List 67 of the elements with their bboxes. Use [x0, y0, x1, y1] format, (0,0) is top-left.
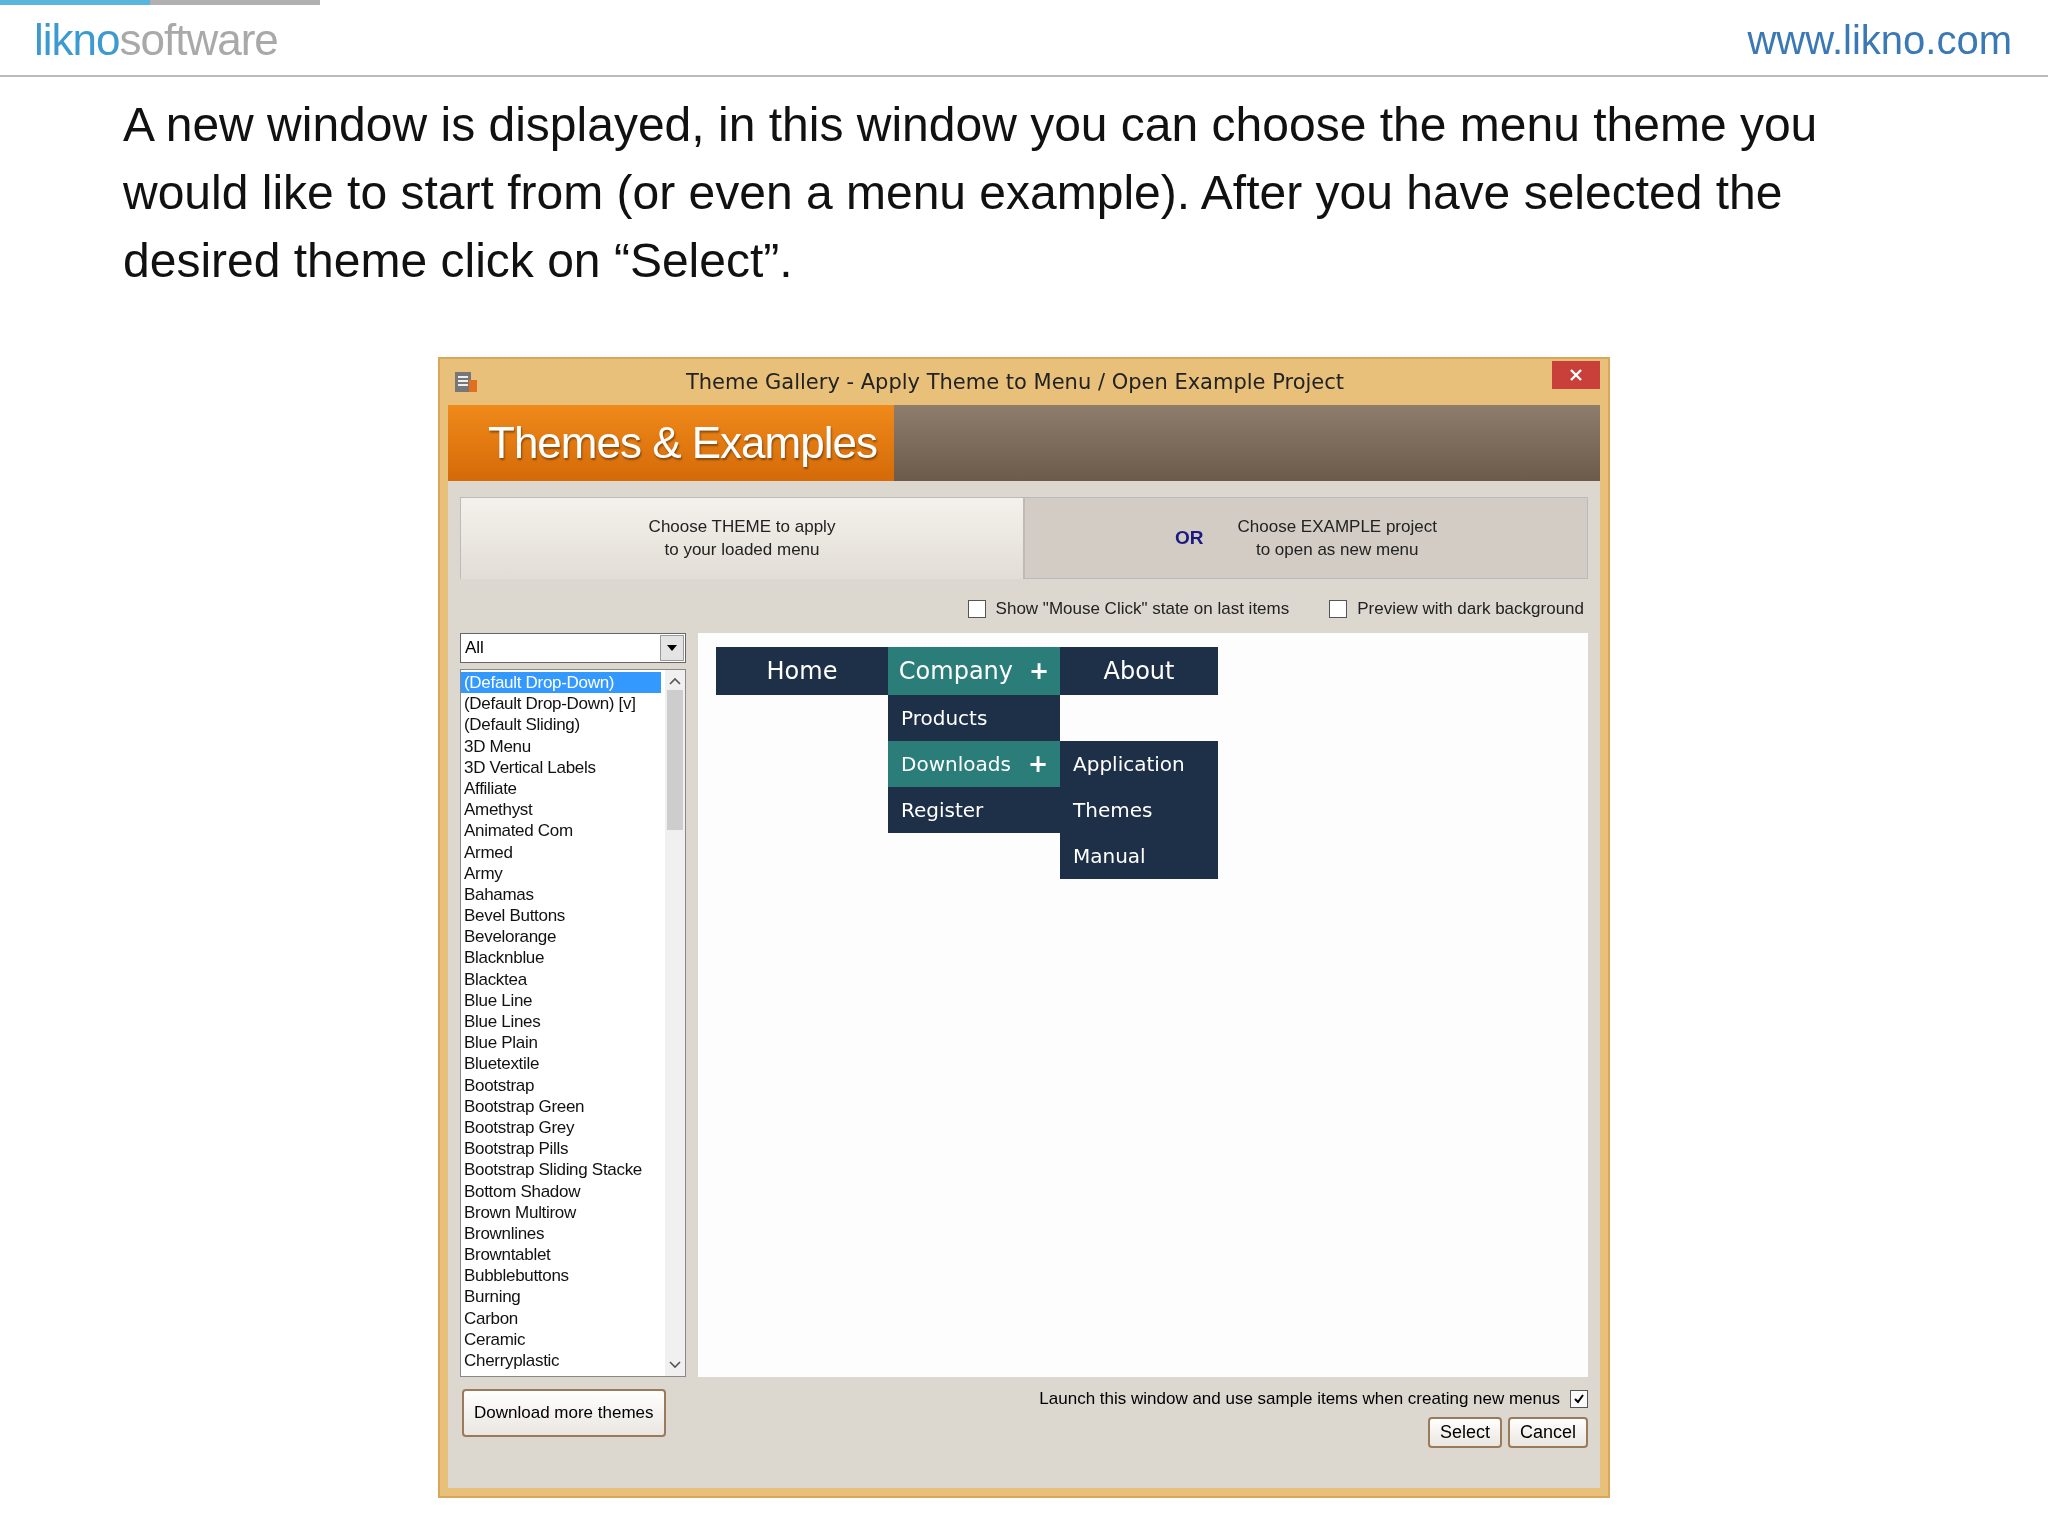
theme-list-item[interactable]: Bootstrap Grey — [461, 1116, 665, 1139]
dialog-button[interactable]: Select — [1427, 1417, 1502, 1448]
filter-dropdown[interactable]: All — [460, 633, 686, 663]
theme-list-item[interactable]: Bevelorange — [461, 926, 665, 948]
theme-list-item[interactable]: 3D Vertical Labels — [461, 756, 665, 778]
theme-list-item[interactable]: Blue Plain — [461, 1032, 665, 1054]
theme-list-item[interactable]: Bootstrap Pills — [461, 1138, 665, 1160]
theme-list-item[interactable]: Cherryplastic — [461, 1350, 665, 1372]
theme-list-item[interactable]: Bubblebuttons — [461, 1265, 665, 1287]
mode-tab[interactable]: Choose THEME to apply to your loaded menu — [460, 497, 1024, 579]
website-url: www.likno.com — [1747, 17, 2012, 63]
menu-item[interactable]: Home — [716, 647, 888, 695]
theme-list-item[interactable]: Burning — [461, 1286, 665, 1308]
theme-list-item[interactable]: Amethyst — [461, 799, 665, 821]
scrollbar-thumb[interactable] — [667, 690, 683, 830]
instruction-text: A new window is displayed, in this window you can choose the menu theme you would like to start from (or even a menu example). After you have selected the desired theme click on “Select”. — [123, 97, 1819, 289]
window-title: Theme Gallery - Apply Theme to Menu / Open Example Project — [684, 370, 1346, 394]
theme-list-item[interactable]: Blue Line — [461, 989, 665, 1011]
scroll-up-icon[interactable] — [668, 676, 682, 686]
theme-list-item[interactable]: Blacktea — [461, 968, 665, 990]
option-label: Preview with dark background — [1357, 599, 1584, 619]
theme-list-item[interactable]: Army — [461, 862, 665, 884]
app-icon — [454, 370, 478, 394]
theme-list-item[interactable]: Bottom Shadow — [461, 1180, 665, 1202]
theme-list-item[interactable]: Brown Multirow — [461, 1201, 665, 1223]
option-label: Launch this window and use sample items when creating new menus — [1039, 1389, 1560, 1409]
banner-title: Themes & Examples — [448, 405, 894, 481]
option-label: Show "Mouse Click" state on last items — [995, 599, 1290, 619]
submenu-item[interactable]: Products — [888, 695, 1060, 741]
theme-list-item[interactable]: Affiliate — [461, 777, 665, 800]
theme-list-item[interactable]: Blue Lines — [461, 1011, 665, 1033]
menu-item[interactable]: Company + — [888, 647, 1060, 695]
submenu-item[interactable]: Manual — [1060, 833, 1218, 879]
theme-list-item[interactable]: Blacknblue — [461, 947, 665, 969]
submenu-item[interactable]: Application — [1060, 741, 1218, 787]
theme-list-item[interactable]: Browntablet — [461, 1244, 665, 1266]
close-button[interactable] — [1552, 361, 1600, 389]
theme-list-item[interactable]: (Default Drop-Down) [v] — [461, 693, 665, 715]
theme-list-item[interactable]: Bootstrap Sliding Stacke — [461, 1159, 665, 1181]
checkbox[interactable] — [1570, 1390, 1588, 1408]
theme-list-item[interactable]: Bahamas — [461, 883, 665, 906]
submenu-item[interactable]: Register — [888, 787, 1060, 833]
dropdown-arrow-icon — [666, 644, 678, 652]
theme-list-item[interactable]: Carbon — [461, 1307, 665, 1329]
theme-list-item[interactable]: Ceramic — [461, 1328, 665, 1350]
checkbox[interactable] — [967, 600, 986, 618]
theme-list-item[interactable]: Armed — [461, 841, 665, 863]
theme-list-item[interactable]: Bluetextile — [461, 1053, 665, 1075]
theme-list-item[interactable]: Animated Com — [461, 820, 665, 842]
theme-list-item[interactable]: Bevel Buttons — [461, 905, 665, 927]
theme-list-item[interactable]: Brownlines — [461, 1222, 665, 1245]
checkbox[interactable] — [1329, 600, 1348, 618]
theme-list-item[interactable]: Bootstrap — [461, 1074, 665, 1096]
theme-list-item[interactable]: 3D Menu — [461, 735, 665, 757]
checkmark-icon — [1573, 1393, 1585, 1405]
scroll-down-icon[interactable] — [668, 1360, 682, 1370]
download-themes-button[interactable]: Download more themes — [462, 1389, 666, 1437]
theme-list-item[interactable]: (Default Sliding) — [461, 714, 665, 736]
logo-text: liknosoftware — [34, 15, 278, 65]
theme-list-item[interactable]: Bootstrap Green — [461, 1095, 665, 1117]
scrollbar[interactable] — [665, 670, 685, 1376]
menu-item[interactable]: About — [1060, 647, 1218, 695]
dialog-button[interactable]: Cancel — [1507, 1417, 1588, 1448]
mode-tab[interactable]: OR Choose EXAMPLE project to open as new menu — [1024, 497, 1588, 579]
close-icon — [1569, 368, 1583, 382]
submenu-item[interactable]: Downloads + — [888, 741, 1060, 787]
submenu-item[interactable]: Themes — [1060, 787, 1218, 833]
